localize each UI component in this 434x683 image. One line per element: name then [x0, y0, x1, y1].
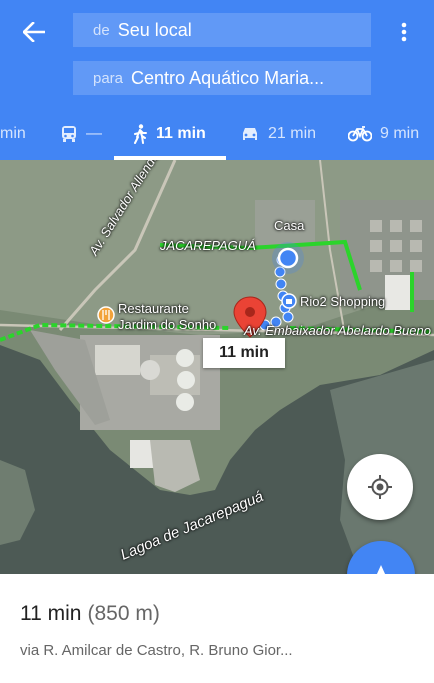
- tab-drive-partial[interactable]: min: [0, 108, 26, 160]
- walk-icon: [132, 124, 148, 144]
- origin-prefix: de: [93, 21, 110, 39]
- tab-bike-label: 9 min: [380, 125, 420, 142]
- back-button[interactable]: [16, 14, 52, 50]
- origin-field[interactable]: de Seu local: [73, 13, 371, 47]
- tab-walk-label: 11 min: [156, 125, 206, 142]
- transit-icon: [60, 125, 78, 143]
- route-via-streets: via R. Amilcar de Castro, R. Bruno Gior.…: [20, 642, 293, 659]
- tab-transit-label: —: [86, 125, 102, 142]
- route-summary: 11 min (850 m): [20, 602, 160, 626]
- map-label-neighborhood: JACAREPAGUÁ: [160, 238, 256, 253]
- origin-value: Seu local: [117, 19, 192, 40]
- directions-header: de Seu local para Centro Aquático Maria.…: [0, 0, 434, 160]
- route-summary-sheet[interactable]: 11 min (850 m) via R. Amilcar de Castro, …: [0, 574, 434, 683]
- travel-mode-tabs: min — 11 min 21 min 9 min: [0, 108, 434, 160]
- map-label-avenue-bueno: Av. Embaixador Abelardo Bueno: [244, 323, 431, 338]
- tab-drive-partial-label: min: [0, 125, 26, 142]
- map-label-restaurant: Restaurante Jardim do Sonho: [118, 301, 217, 332]
- map-label-mall: Rio2 Shopping: [300, 294, 386, 309]
- bike-icon: [348, 126, 372, 142]
- arrow-back-icon: [23, 22, 45, 42]
- destination-field[interactable]: para Centro Aquático Maria...: [73, 61, 371, 95]
- more-options-button[interactable]: [390, 14, 418, 50]
- destination-value: Centro Aquático Maria...: [131, 67, 325, 88]
- car-icon: [240, 126, 260, 142]
- more-vert-icon: [401, 22, 407, 42]
- route-distance: (850 m): [87, 602, 160, 625]
- my-location-button[interactable]: [347, 454, 413, 520]
- tab-walk[interactable]: 11 min: [132, 108, 206, 160]
- tab-drive[interactable]: 21 min: [240, 108, 316, 160]
- tab-transit[interactable]: —: [60, 108, 102, 160]
- route-time-callout[interactable]: 11 min: [203, 338, 285, 368]
- map-label-home: Casa: [274, 218, 305, 233]
- my-location-icon: [368, 475, 392, 499]
- route-duration: 11 min: [20, 602, 82, 625]
- tab-bike[interactable]: 9 min: [348, 108, 419, 160]
- destination-prefix: para: [93, 69, 124, 87]
- tab-drive-label: 21 min: [268, 125, 317, 142]
